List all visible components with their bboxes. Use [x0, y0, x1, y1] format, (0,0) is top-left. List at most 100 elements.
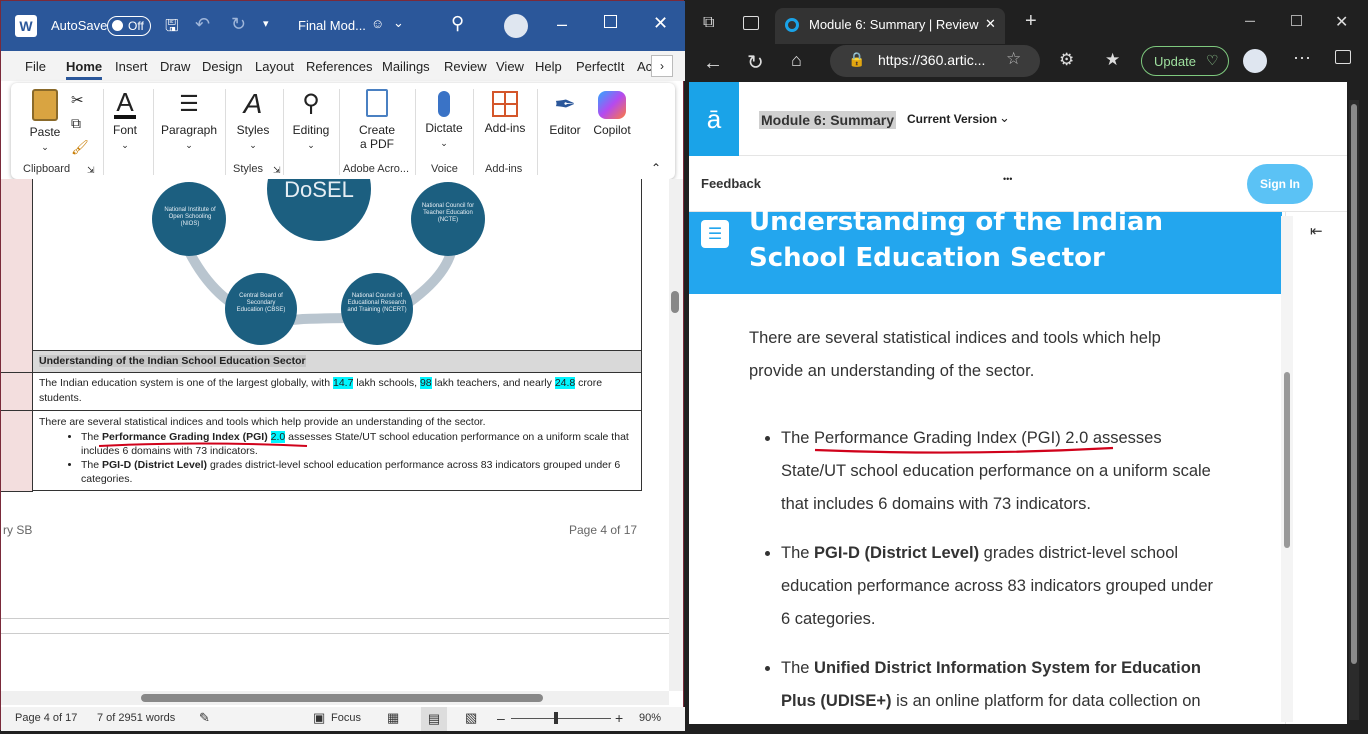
share-person-icon[interactable]: ☺ — [371, 16, 384, 31]
new-tab-icon[interactable]: + — [1025, 10, 1037, 33]
document-title[interactable]: Final Mod... — [298, 18, 366, 33]
autosave-toggle[interactable]: Off — [107, 16, 151, 36]
horizontal-scrollbar[interactable] — [1, 691, 669, 705]
clipboard-launcher-icon[interactable]: ⇲ — [87, 165, 95, 176]
focus-icon[interactable]: ▣ — [313, 710, 325, 726]
format-painter-icon[interactable]: 🖌 — [71, 139, 89, 156]
qat-dropdown-icon[interactable]: ▾ — [263, 17, 269, 30]
tab-file[interactable]: File — [25, 59, 46, 74]
font-button[interactable]: A Font ⌄ — [109, 89, 141, 151]
search-icon[interactable]: ⚲ — [451, 13, 464, 34]
dosel-label: DoSEL — [284, 177, 354, 202]
content-scrollbar[interactable] — [1281, 216, 1293, 722]
tab-view[interactable]: View — [496, 59, 524, 74]
home-icon[interactable]: ⌂ — [791, 50, 802, 71]
status-words[interactable]: 7 of 2951 words — [97, 712, 175, 724]
tab-layout[interactable]: Layout — [255, 59, 294, 74]
sign-in-button[interactable]: Sign In — [1247, 164, 1313, 204]
proofing-icon[interactable]: ✎ — [199, 710, 210, 726]
chevron-down-icon[interactable]: ⌄ — [999, 110, 1010, 126]
more-options-icon[interactable]: ••• — [1003, 174, 1012, 184]
toc-menu-icon[interactable]: ☰ — [701, 220, 729, 248]
read-mode-icon[interactable]: ▦ — [387, 710, 399, 726]
tab-close-icon[interactable]: ✕ — [985, 16, 996, 32]
vertical-scrollbar[interactable] — [669, 179, 683, 691]
tab-acrobat[interactable]: Ac — [637, 59, 652, 74]
editing-button[interactable]: ⚲ Editing ⌄ — [287, 89, 335, 151]
favorites-icon[interactable]: ★ — [1105, 50, 1120, 70]
tab-perfectit[interactable]: PerfectIt — [576, 59, 624, 74]
profile-avatar[interactable] — [1243, 49, 1267, 73]
collapse-ribbon-icon[interactable]: ⌃ — [651, 161, 661, 175]
styles-button[interactable]: A Styles ⌄ — [233, 89, 273, 151]
page-scroll-thumb[interactable] — [1351, 104, 1357, 664]
workspaces-icon[interactable]: ⧉ — [703, 14, 714, 32]
editor-pen-icon: ✒ — [554, 89, 576, 119]
web-layout-icon[interactable]: ▧ — [465, 710, 477, 726]
close-icon[interactable]: ✕ — [1335, 12, 1348, 32]
zoom-slider-thumb[interactable] — [554, 712, 558, 724]
addins-button[interactable]: Add-ins — [481, 89, 529, 135]
version-dropdown[interactable]: Current Version — [907, 112, 997, 126]
maximize-icon[interactable] — [1291, 15, 1302, 26]
tab-design[interactable]: Design — [202, 59, 242, 74]
editor-button[interactable]: ✒ Editor — [545, 89, 585, 137]
ribbon-tabs: File Home Insert Draw Design Layout Refe… — [1, 51, 685, 81]
undo-icon[interactable]: ↶ — [195, 14, 210, 35]
collapse-panel-icon[interactable]: ⇤ — [1310, 222, 1323, 240]
paste-button[interactable]: Paste ⌄ — [25, 89, 65, 153]
refresh-icon[interactable]: ↻ — [747, 50, 764, 75]
focus-button[interactable]: Focus — [331, 712, 361, 724]
create-pdf-button[interactable]: Create a PDF — [349, 89, 405, 151]
print-layout-icon[interactable]: ▤ — [421, 707, 447, 731]
dictate-button[interactable]: Dictate ⌄ — [421, 89, 467, 149]
url-text[interactable]: https://360.artic... — [878, 52, 985, 68]
tab-actions-icon[interactable] — [743, 16, 759, 30]
tab-mailings[interactable]: Mailings — [382, 59, 430, 74]
hscroll-thumb[interactable] — [141, 694, 543, 702]
tab-references[interactable]: References — [306, 59, 372, 74]
lock-icon[interactable]: 🔒 — [848, 51, 865, 68]
tab-insert[interactable]: Insert — [115, 59, 148, 74]
tab-review[interactable]: Review — [444, 59, 487, 74]
save-icon[interactable]: 🖫 — [165, 15, 179, 42]
update-button[interactable]: Update ♡ — [1141, 46, 1229, 76]
org-diagram — [152, 179, 485, 345]
extensions-icon[interactable]: ⚙ — [1059, 50, 1074, 70]
tab-title: Module 6: Summary | Review 360 — [809, 17, 979, 32]
maximize-icon[interactable] — [604, 15, 617, 28]
sidebar-toggle-icon[interactable] — [1335, 50, 1351, 64]
close-icon[interactable]: ✕ — [653, 13, 668, 34]
copy-icon[interactable]: ⧉ — [71, 115, 81, 132]
page-scrollbar[interactable] — [1349, 100, 1359, 720]
minimize-icon[interactable]: – — [1245, 10, 1255, 31]
tab-draw[interactable]: Draw — [160, 59, 190, 74]
site-logo-icon[interactable]: ā — [689, 82, 739, 156]
copilot-button[interactable]: Copilot — [589, 89, 635, 137]
zoom-level[interactable]: 90% — [639, 712, 661, 724]
redo-icon[interactable]: ↻ — [231, 14, 246, 35]
zoom-slider[interactable] — [511, 718, 611, 719]
tab-home[interactable]: Home — [66, 59, 103, 80]
minimize-icon[interactable]: – — [557, 14, 567, 35]
address-bar[interactable]: 🔒 https://360.artic... ☆ — [830, 45, 1040, 77]
cut-icon[interactable]: ✂ — [71, 91, 84, 109]
back-icon[interactable]: ← — [703, 52, 723, 75]
status-page[interactable]: Page 4 of 17 — [15, 712, 77, 724]
avatar[interactable] — [504, 14, 528, 38]
feedback-link[interactable]: Feedback — [701, 176, 761, 191]
more-menu-icon[interactable]: ⋯ — [1293, 48, 1311, 69]
zoom-out-icon[interactable]: – — [497, 710, 505, 726]
zoom-in-icon[interactable]: + — [615, 710, 623, 726]
red-underline-annotation — [814, 446, 1114, 454]
content-scroll-thumb[interactable] — [1284, 372, 1290, 548]
chevron-down-icon[interactable]: ⌄ — [393, 15, 404, 31]
group-clipboard: Clipboard — [23, 163, 71, 175]
ribbon-scroll-right-icon[interactable]: › — [651, 55, 673, 77]
styles-launcher-icon[interactable]: ⇲ — [273, 165, 281, 176]
active-tab[interactable]: Module 6: Summary | Review 360 ✕ — [775, 8, 1005, 44]
paragraph-button[interactable]: ☰ Paragraph ⌄ — [159, 89, 219, 151]
scrollbar-thumb[interactable] — [671, 291, 679, 313]
favorite-star-icon[interactable]: ☆ — [1006, 49, 1021, 69]
tab-help[interactable]: Help — [535, 59, 562, 74]
